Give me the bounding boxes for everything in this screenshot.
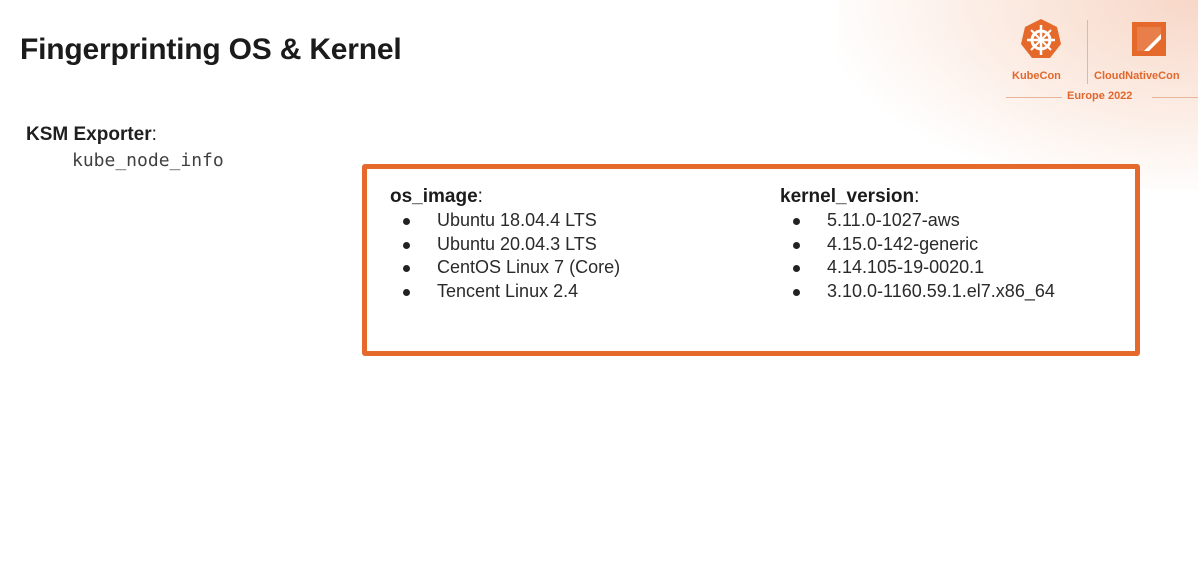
event-logo: KubeCon CloudNativeCon Europe 2022 <box>1006 14 1198 106</box>
os-image-heading-text: os_image <box>390 186 478 207</box>
exporter-label: KSM Exporter: <box>26 124 157 146</box>
bullet-icon <box>403 288 410 296</box>
list-item: 3.10.0-1160.59.1.el7.x86_64 <box>780 280 1055 304</box>
list-item-text: CentOS Linux 7 (Core) <box>437 257 621 277</box>
os-image-heading: os_image: <box>390 186 620 208</box>
os-image-heading-colon: : <box>477 186 483 207</box>
kernel-version-heading: kernel_version: <box>780 186 1055 208</box>
bullet-icon <box>793 288 800 296</box>
page-title: Fingerprinting OS & Kernel <box>20 33 402 66</box>
os-image-column: os_image: Ubuntu 18.04.4 LTS Ubuntu 20.0… <box>390 186 620 303</box>
list-item-text: Ubuntu 18.04.4 LTS <box>437 210 597 230</box>
list-item: 5.11.0-1027-aws <box>780 209 1055 233</box>
logo-cloudnativecon-text: CloudNativeCon <box>1094 70 1180 82</box>
exporter-label-text: KSM Exporter <box>26 124 152 145</box>
bullet-icon <box>403 218 410 225</box>
slide: Fingerprinting OS & Kernel KubeCon Cloud… <box>0 0 1198 585</box>
kubecon-logo-icon <box>1021 19 1061 58</box>
bullet-icon <box>793 265 800 272</box>
kernel-version-heading-colon: : <box>914 186 920 207</box>
metric-name: kube_node_info <box>72 150 224 171</box>
list-item-text: 4.15.0-142-generic <box>827 233 979 254</box>
list-item-text: Ubuntu 20.04.3 LTS <box>437 233 597 254</box>
list-item-text: 5.11.0-1027-aws <box>827 210 960 230</box>
logo-rule-left <box>1006 97 1062 98</box>
kernel-version-column: kernel_version: 5.11.0-1027-aws 4.15.0-1… <box>780 186 1055 303</box>
list-item-text: 4.14.105-19-0020.1 <box>827 257 985 277</box>
bullet-icon <box>403 241 410 249</box>
cloudnativecon-logo-icon <box>1132 22 1166 56</box>
bullet-icon <box>403 265 410 272</box>
list-item: CentOS Linux 7 (Core) <box>390 256 620 280</box>
logo-divider <box>1087 20 1088 84</box>
bullet-icon <box>793 241 800 249</box>
list-item: 4.14.105-19-0020.1 <box>780 256 1055 280</box>
list-item: Ubuntu 18.04.4 LTS <box>390 209 620 233</box>
exporter-label-colon: : <box>151 124 157 145</box>
list-item: Ubuntu 20.04.3 LTS <box>390 233 620 257</box>
list-item: Tencent Linux 2.4 <box>390 280 620 304</box>
kernel-version-heading-text: kernel_version <box>780 186 915 207</box>
bullet-icon <box>793 218 800 225</box>
list-item-text: 3.10.0-1160.59.1.el7.x86_64 <box>827 280 1055 301</box>
list-item: 4.15.0-142-generic <box>780 233 1055 257</box>
highlight-box: os_image: Ubuntu 18.04.4 LTS Ubuntu 20.0… <box>362 164 1140 356</box>
logo-event-text: Europe 2022 <box>1067 90 1133 102</box>
logo-rule-right <box>1152 97 1198 98</box>
kernel-version-list: 5.11.0-1027-aws 4.15.0-142-generic 4.14.… <box>780 209 1055 303</box>
list-item-text: Tencent Linux 2.4 <box>437 280 579 301</box>
logo-kubecon-text: KubeCon <box>1012 70 1061 82</box>
os-image-list: Ubuntu 18.04.4 LTS Ubuntu 20.04.3 LTS Ce… <box>390 209 620 303</box>
